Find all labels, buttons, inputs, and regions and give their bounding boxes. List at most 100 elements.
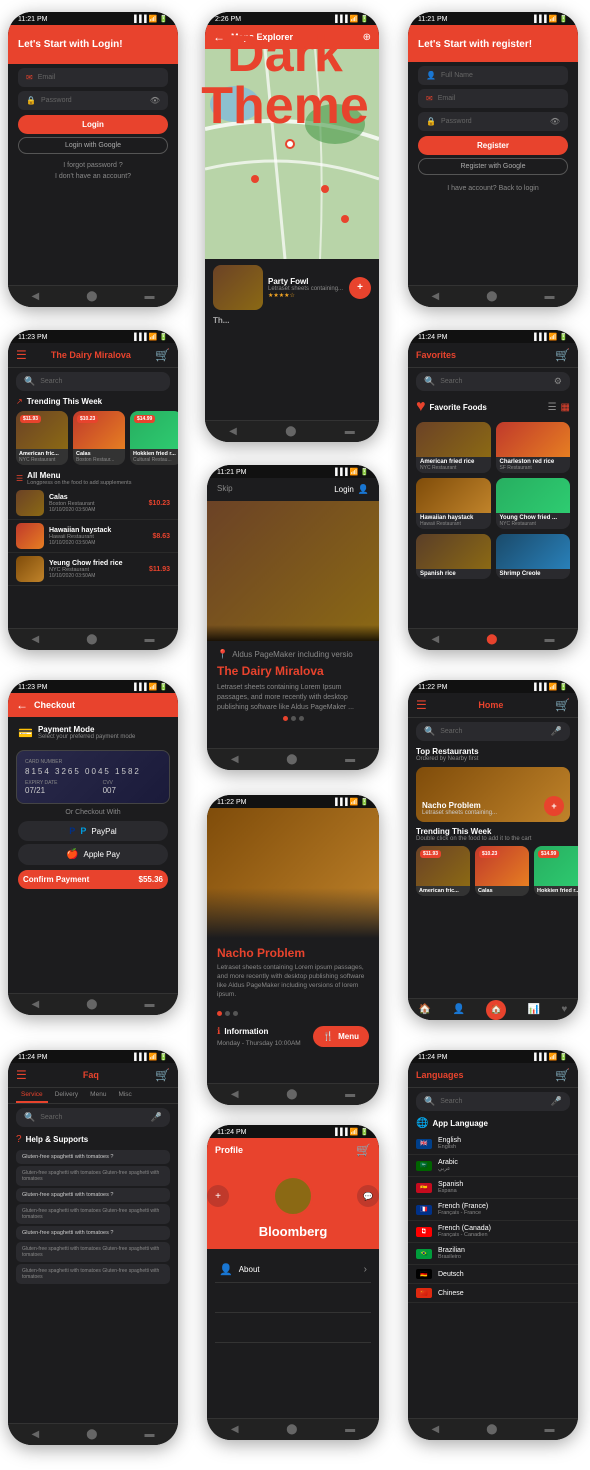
cart-icon-fav[interactable]: 🛒 <box>555 348 570 362</box>
register-button[interactable]: Register <box>418 136 568 155</box>
confirm-payment-btn[interactable]: Confirm Payment $55.36 <box>18 870 168 889</box>
nav-home-icon[interactable]: 🏠 <box>419 1004 431 1015</box>
fullname-field[interactable]: 👤 Full Name <box>418 66 568 85</box>
register-google-button[interactable]: Register with Google <box>418 158 568 175</box>
cart-icon-profile[interactable]: 🛒 <box>356 1143 371 1157</box>
home-trend-2[interactable]: $10.23 Calas <box>475 846 529 896</box>
nav-bar-icon[interactable]: 📊 <box>528 1004 540 1015</box>
nav-person-icon[interactable]: 👤 <box>452 1004 464 1015</box>
home-trend-1[interactable]: $11.93 American fric... <box>416 846 470 896</box>
nav-recent-detail[interactable]: ▬ <box>345 1089 355 1100</box>
cart-icon-lang[interactable]: 🛒 <box>555 1068 570 1082</box>
top-rest-card[interactable]: Nacho Problem Letraset sheets containing… <box>416 767 570 822</box>
list-view-icon[interactable]: ☰ <box>548 402 557 413</box>
tab-delivery[interactable]: Delivery <box>50 1088 83 1103</box>
nav-recent-faq[interactable]: ▬ <box>144 1429 154 1440</box>
nav-back-reg[interactable]: ◀ <box>432 291 440 302</box>
nav-back-detail[interactable]: ◀ <box>231 1089 239 1100</box>
profile-item-4[interactable] <box>215 1343 371 1373</box>
trend-card-3[interactable]: $14.99 Hokkien fried r... Cultural Resta… <box>130 411 178 465</box>
add-photo-btn[interactable]: + <box>207 1185 229 1207</box>
profile-item-2[interactable] <box>215 1283 371 1313</box>
fav-item-1[interactable]: American fried rice NYC Restaurant <box>416 422 491 473</box>
nav-home-detail[interactable]: ⬤ <box>286 1089 297 1100</box>
profile-item-3[interactable] <box>215 1313 371 1343</box>
nav-back-fav[interactable]: ◀ <box>432 634 440 645</box>
cart-icon-home[interactable]: 🛒 <box>555 698 570 712</box>
fav-item-4[interactable]: Young Chow fried ... NYC Restaurant <box>496 478 571 529</box>
faq-item-1[interactable]: Gluten-free spaghetti with tomatoes ? <box>16 1150 170 1164</box>
tab-misc[interactable]: Misc <box>113 1088 136 1103</box>
nav-home-active[interactable]: 🏠 <box>486 1000 506 1020</box>
fav-item-5[interactable]: Spanish rice <box>416 534 491 579</box>
add-rest-btn[interactable]: + <box>544 796 564 816</box>
tab-menu[interactable]: Menu <box>85 1088 111 1103</box>
cart-icon-rest[interactable]: 🛒 <box>155 348 170 362</box>
nav-back-maps[interactable]: ◀ <box>229 426 237 437</box>
nav-home-rest[interactable]: ⬤ <box>86 634 97 645</box>
nav-recent[interactable]: ▬ <box>144 291 154 302</box>
password-field-login[interactable]: 🔒 Password 👁 <box>18 91 168 110</box>
nav-home-profile[interactable]: ⬤ <box>286 1424 297 1435</box>
hamburger-home[interactable]: ☰ <box>416 698 427 712</box>
cart-icon-faq[interactable]: 🛒 <box>155 1068 170 1082</box>
nav-back-rest[interactable]: ◀ <box>32 634 40 645</box>
lang-chinese[interactable]: 🇨🇳 Chinese <box>408 1284 578 1303</box>
nav-home-lang[interactable]: ⬤ <box>486 1424 497 1435</box>
search-bar-fav[interactable]: 🔍 Search ⚙ <box>416 372 570 391</box>
search-bar-home[interactable]: 🔍 Search 🎤 <box>416 722 570 741</box>
nav-recent-checkout[interactable]: ▬ <box>144 999 154 1010</box>
nav-home[interactable]: ⬤ <box>86 291 97 302</box>
nav-recent-onboard[interactable]: ▬ <box>345 754 355 765</box>
grid-view-icon[interactable]: ▦ <box>561 402 570 413</box>
nav-home-maps[interactable]: ⬤ <box>285 426 296 437</box>
nav-back-profile[interactable]: ◀ <box>231 1424 239 1435</box>
fav-item-3[interactable]: Hawaiian haystack Hawaii Restaurant <box>416 478 491 529</box>
nav-back-lang[interactable]: ◀ <box>432 1424 440 1435</box>
menu-btn-detail[interactable]: 🍴 Menu <box>313 1026 369 1047</box>
email-field-login[interactable]: ✉ Email <box>18 68 168 87</box>
search-bar-lang[interactable]: 🔍 Search 🎤 <box>416 1092 570 1111</box>
nav-recent-maps[interactable]: ▬ <box>345 426 355 437</box>
home-trend-3[interactable]: $14.99 Hokkien fried r... <box>534 846 578 896</box>
trend-card-1[interactable]: $11.93 American fric... NYC Restaurant <box>16 411 68 465</box>
nav-home-onboard[interactable]: ⬤ <box>286 754 297 765</box>
trend-card-2[interactable]: $10.23 Calas Boston Restaur... <box>73 411 125 465</box>
fav-item-2[interactable]: Charleston red rice SF Restaurant <box>496 422 571 473</box>
paypal-btn[interactable]: P P PayPal <box>18 821 168 841</box>
nav-home-checkout[interactable]: ⬤ <box>86 999 97 1010</box>
back-icon-checkout[interactable]: ← <box>16 698 28 712</box>
nav-home-faq[interactable]: ⬤ <box>86 1429 97 1440</box>
profile-about-item[interactable]: 👤 About › <box>215 1257 371 1283</box>
add-to-cart-maps[interactable]: + <box>349 277 371 299</box>
forgot-password-link[interactable]: I forgot password ? <box>8 162 178 169</box>
nav-back[interactable]: ◀ <box>32 291 40 302</box>
lang-english[interactable]: 🇬🇧 English English <box>408 1133 578 1155</box>
no-account-link[interactable]: I don't have an account? <box>8 173 178 180</box>
lang-french-france[interactable]: 🇫🇷 French (France) Français - France <box>408 1199 578 1221</box>
applepay-btn[interactable]: 🍎 Apple Pay <box>18 844 168 865</box>
faq-item-5[interactable]: Gluten-free spaghetti with tomatoes ? <box>16 1226 170 1240</box>
login-google-button[interactable]: Login with Google <box>18 137 168 154</box>
login-button[interactable]: Login <box>18 115 168 134</box>
email-field-register[interactable]: ✉ Email <box>418 89 568 108</box>
nav-recent-fav[interactable]: ▬ <box>544 634 554 645</box>
lang-brazilian[interactable]: 🇧🇷 Brazilian Brasileiro <box>408 1243 578 1265</box>
nav-recent-reg[interactable]: ▬ <box>544 291 554 302</box>
nav-recent-rest[interactable]: ▬ <box>144 634 154 645</box>
nav-back-faq[interactable]: ◀ <box>32 1429 40 1440</box>
skip-btn[interactable]: Skip <box>217 484 233 495</box>
menu-item-3[interactable]: Yeung Chow fried rice NYC Restaurant 10/… <box>8 553 178 586</box>
search-bar-faq[interactable]: 🔍 Search 🎤 <box>16 1108 170 1127</box>
nav-heart-icon[interactable]: ♥ <box>561 1004 567 1015</box>
tab-service[interactable]: Service <box>16 1088 48 1103</box>
nav-recent-lang[interactable]: ▬ <box>544 1424 554 1435</box>
hamburger-faq[interactable]: ☰ <box>16 1068 27 1082</box>
lang-french-canada[interactable]: 🇨🇦 French (Canada) Français - Canadien <box>408 1221 578 1243</box>
nav-recent-profile[interactable]: ▬ <box>345 1424 355 1435</box>
nav-home-fav[interactable]: ⬤ <box>486 634 497 645</box>
have-account-link[interactable]: I have account? Back to login <box>408 185 578 192</box>
lang-spanish[interactable]: 🇪🇸 Spanish Espana <box>408 1177 578 1199</box>
password-field-register[interactable]: 🔒 Password 👁 <box>418 112 568 131</box>
faq-item-3[interactable]: Gluten-free spaghetti with tomatoes ? <box>16 1188 170 1202</box>
